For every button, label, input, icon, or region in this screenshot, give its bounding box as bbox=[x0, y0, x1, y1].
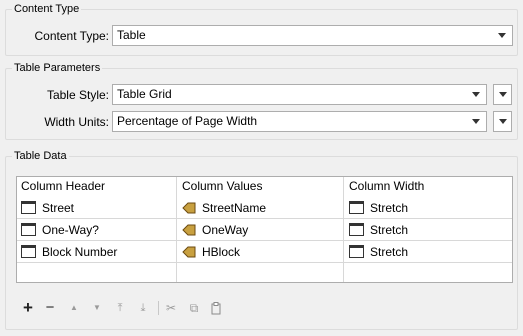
row-width-text: Stretch bbox=[370, 201, 409, 215]
width-units-menu-button[interactable] bbox=[493, 111, 512, 132]
chevron-down-icon bbox=[472, 92, 480, 97]
table-style-value: Table Grid bbox=[117, 87, 172, 101]
paste-button[interactable] bbox=[208, 299, 224, 317]
width-units-label: Width Units: bbox=[44, 115, 109, 129]
content-type-value: Table bbox=[117, 28, 146, 42]
width-units-select[interactable]: Percentage of Page Width bbox=[112, 111, 487, 132]
move-to-top-button[interactable]: ⤒ bbox=[112, 299, 128, 317]
content-type-group: Content Type Content Type: Table bbox=[5, 2, 518, 56]
row-width-cell[interactable]: Stretch bbox=[349, 241, 408, 263]
row-values-cell[interactable]: OneWay bbox=[182, 219, 248, 241]
row-divider bbox=[17, 262, 512, 263]
row-values-cell[interactable]: HBlock bbox=[182, 241, 240, 263]
table-style-label: Table Style: bbox=[46, 88, 109, 102]
row-header-text: One-Way? bbox=[42, 223, 99, 237]
chevron-down-icon bbox=[499, 119, 507, 124]
cut-button[interactable]: ✂ bbox=[163, 299, 179, 317]
table-data-group-title: Table Data bbox=[12, 149, 69, 163]
table-parameters-group: Table Parameters Table Style: Table Grid… bbox=[5, 61, 518, 140]
chevron-down-icon bbox=[472, 119, 480, 124]
row-values-text: OneWay bbox=[202, 223, 249, 237]
remove-row-button[interactable]: − bbox=[42, 299, 58, 317]
table-parameters-group-title: Table Parameters bbox=[12, 61, 103, 75]
row-width-cell[interactable]: Stretch bbox=[349, 197, 408, 219]
table-row[interactable]: One-Way? bbox=[21, 219, 99, 241]
row-values-cell[interactable]: StreetName bbox=[182, 197, 266, 219]
move-to-bottom-button[interactable]: ⤓ bbox=[135, 299, 151, 317]
add-row-button[interactable]: + bbox=[20, 299, 36, 317]
move-up-button[interactable]: ▲ bbox=[66, 299, 82, 317]
row-header-text: Street bbox=[42, 201, 75, 215]
chevron-down-icon bbox=[498, 33, 506, 38]
row-values-text: StreetName bbox=[202, 201, 267, 215]
copy-button[interactable]: ⧉ bbox=[186, 299, 202, 317]
width-units-value: Percentage of Page Width bbox=[117, 114, 258, 128]
table-toolbar: + − ▲ ▼ ⤒ ⤓ ✂ ⧉ bbox=[20, 299, 221, 317]
attribute-icon bbox=[182, 202, 196, 214]
text-cell-icon bbox=[349, 245, 364, 259]
text-cell-icon bbox=[349, 223, 364, 237]
table-row[interactable]: Street bbox=[21, 197, 74, 219]
text-cell-icon bbox=[349, 201, 364, 215]
row-width-text: Stretch bbox=[370, 245, 409, 259]
column-header-values[interactable]: Column Values bbox=[182, 175, 262, 197]
toolbar-separator bbox=[158, 301, 159, 315]
attribute-icon bbox=[182, 224, 196, 236]
row-width-cell[interactable]: Stretch bbox=[349, 219, 408, 241]
row-width-text: Stretch bbox=[370, 223, 409, 237]
content-type-group-title: Content Type bbox=[12, 2, 82, 16]
table-style-menu-button[interactable] bbox=[493, 84, 512, 105]
clipboard-icon bbox=[211, 302, 221, 315]
text-cell-icon bbox=[21, 223, 36, 237]
column-header-header[interactable]: Column Header bbox=[21, 175, 105, 197]
table-data-grid[interactable]: Column Header Column Values Column Width… bbox=[16, 176, 513, 283]
row-values-text: HBlock bbox=[202, 245, 241, 259]
table-data-group: Table Data Column Header Column Values C… bbox=[5, 149, 518, 330]
content-type-label: Content Type: bbox=[34, 29, 110, 43]
row-header-text: Block Number bbox=[42, 245, 118, 259]
move-down-button[interactable]: ▼ bbox=[89, 299, 105, 317]
text-cell-icon bbox=[21, 245, 36, 259]
text-cell-icon bbox=[21, 201, 36, 215]
table-style-select[interactable]: Table Grid bbox=[112, 84, 487, 105]
attribute-icon bbox=[182, 246, 196, 258]
content-type-select[interactable]: Table bbox=[112, 25, 513, 46]
chevron-down-icon bbox=[499, 92, 507, 97]
table-row[interactable]: Block Number bbox=[21, 241, 117, 263]
column-header-width[interactable]: Column Width bbox=[349, 175, 424, 197]
